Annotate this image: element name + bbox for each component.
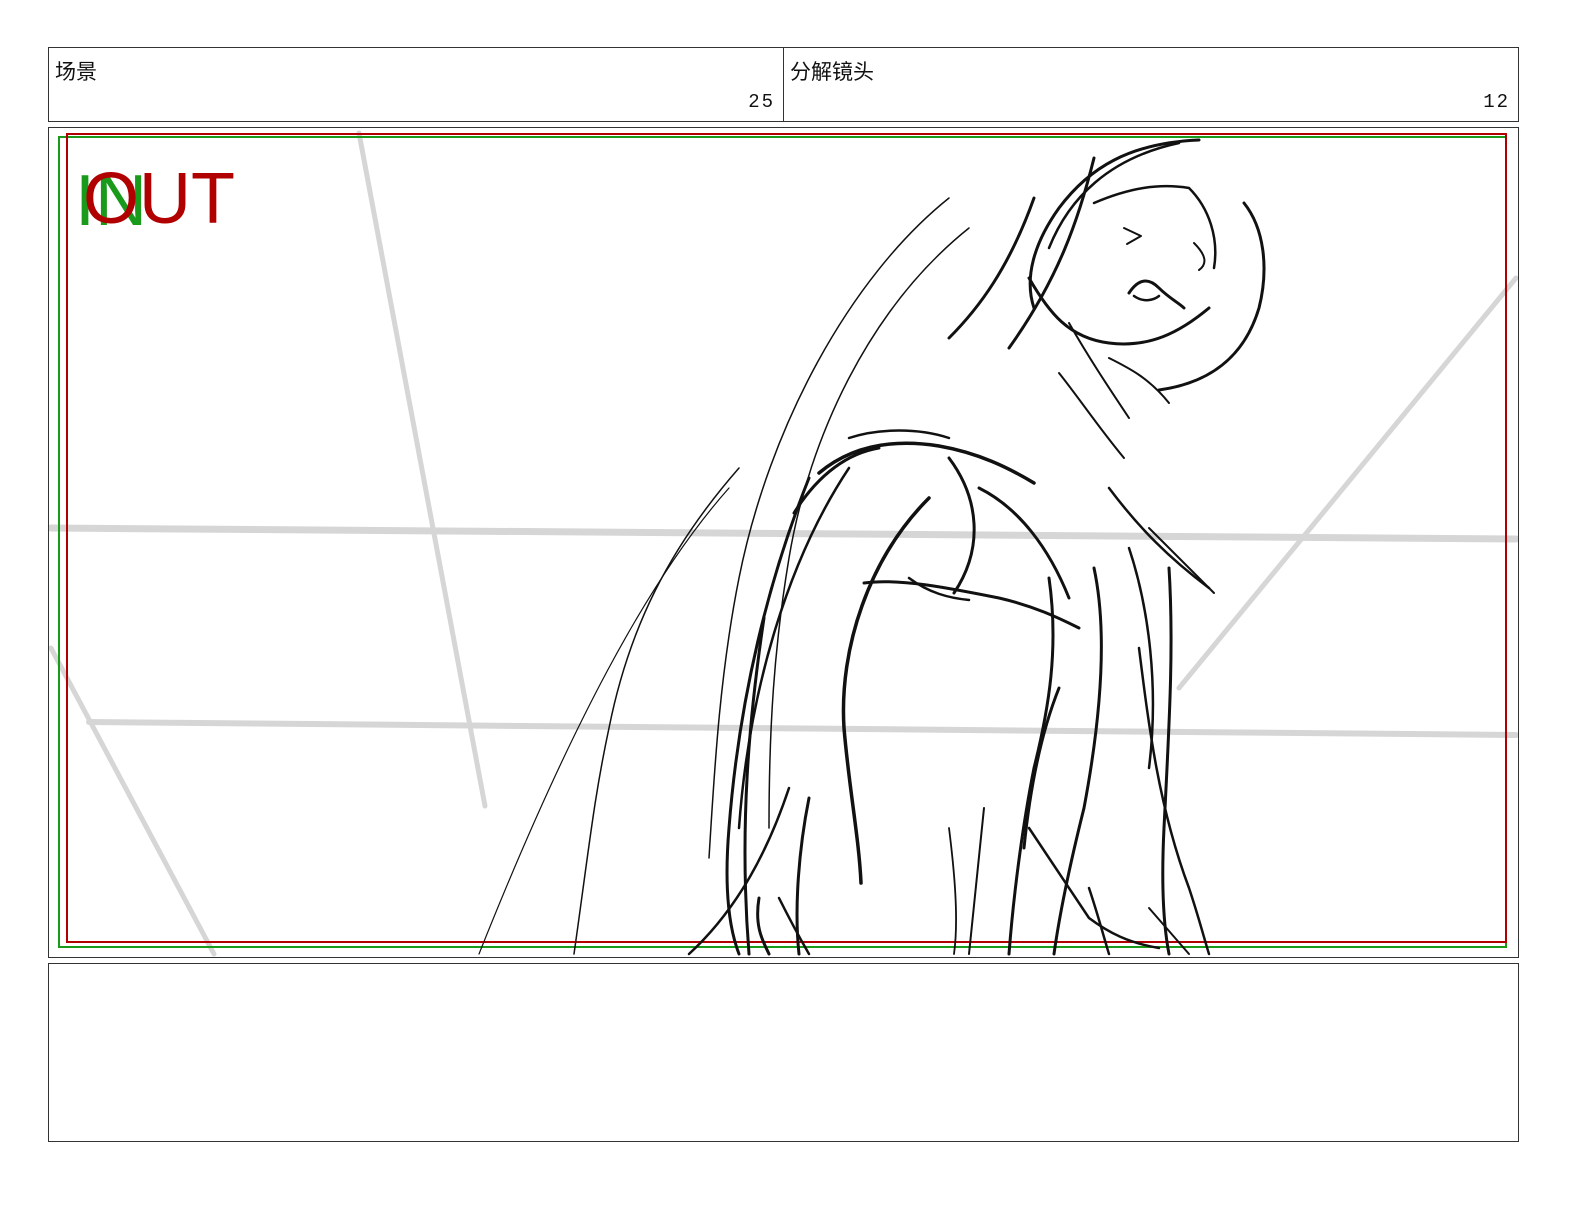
out-tag: OUT: [83, 159, 235, 239]
scene-label: 场景: [55, 60, 97, 84]
scene-cell: 场景 25: [49, 48, 783, 121]
storyboard-sketch: IN OUT: [49, 130, 1518, 957]
perspective-guides: [49, 130, 1518, 957]
in-frame-border: [58, 136, 1507, 948]
shot-header: 场景 25 分解镜头 12: [48, 47, 1519, 122]
character-sketch: [478, 138, 1266, 956]
storyboard-frame: IN OUT: [48, 127, 1519, 958]
scene-number: 25: [748, 91, 775, 113]
shot-number: 12: [1483, 91, 1510, 113]
shot-label: 分解镜头: [790, 60, 874, 84]
shot-cell: 分解镜头 12: [783, 48, 1518, 121]
notes-panel: [48, 963, 1519, 1142]
